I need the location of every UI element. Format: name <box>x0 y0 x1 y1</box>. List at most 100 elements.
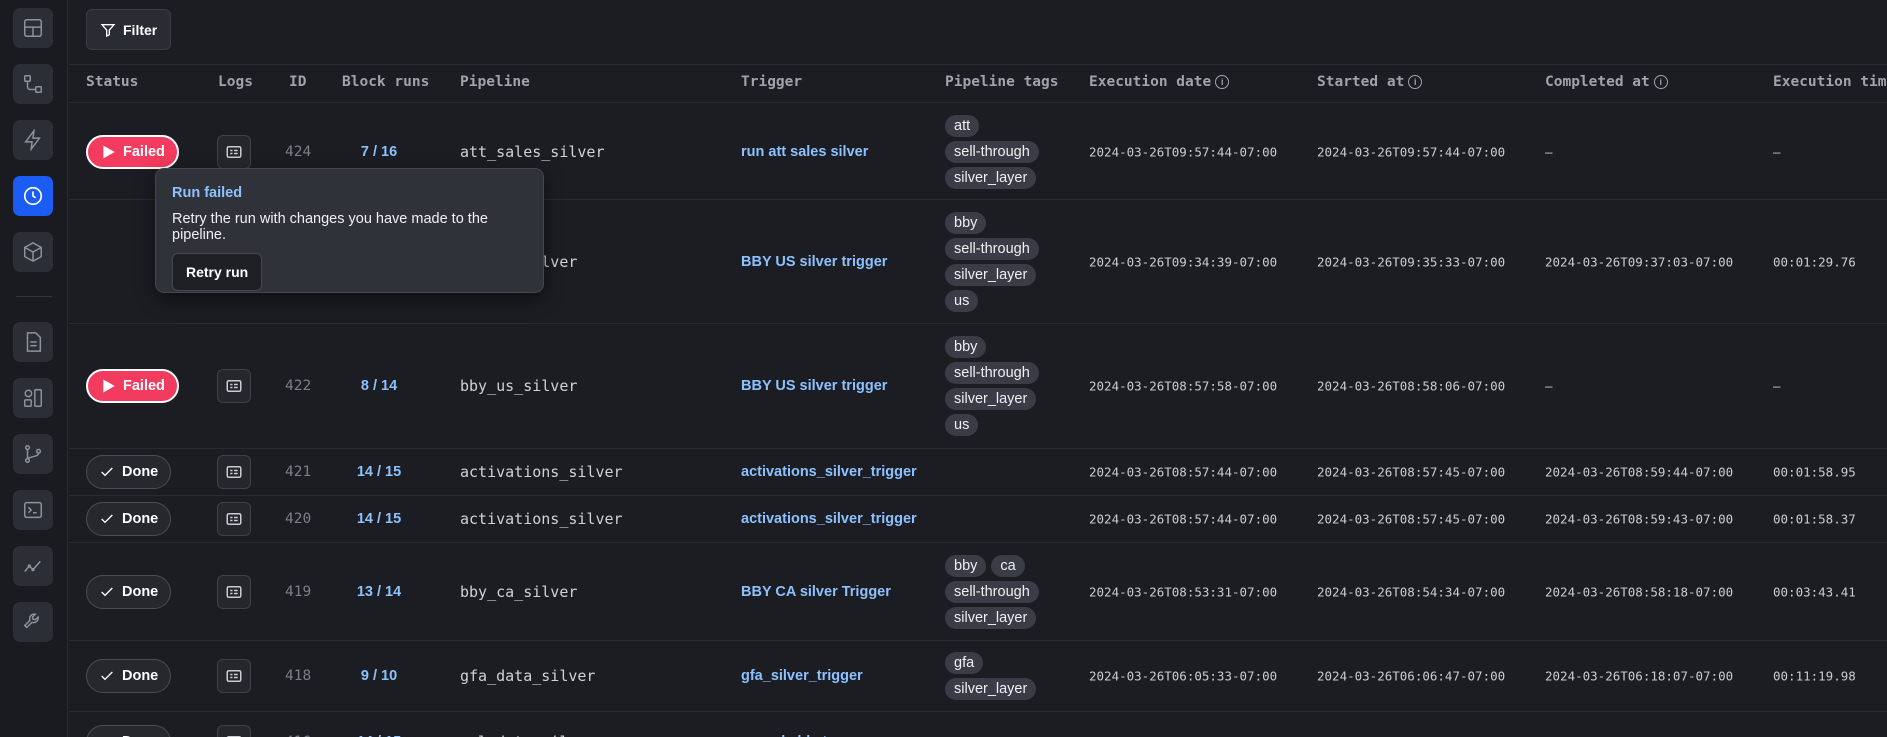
wrench-icon <box>23 613 39 629</box>
pipeline-name: att_sales_silver <box>460 142 605 161</box>
started-at: 2024-03-26T08:54:34-07:00 <box>1317 584 1506 599</box>
trigger-link[interactable]: activations_silver_trigger <box>741 511 917 527</box>
column-header-started-at[interactable]: Started at i <box>1317 74 1423 90</box>
logs-icon <box>226 145 242 158</box>
filter-button[interactable]: Filter <box>86 9 172 50</box>
status-badge[interactable]: Done <box>86 502 172 536</box>
block-runs-link[interactable]: 9 / 10 <box>334 668 424 684</box>
info-icon[interactable]: i <box>1215 75 1230 89</box>
block-runs-link[interactable]: 14 / 15 <box>334 511 424 527</box>
started-at: 2024-03-26T08:57:45-07:00 <box>1317 464 1506 480</box>
tag-chip[interactable]: sell-through <box>945 140 1039 163</box>
nav-pipelines-button[interactable] <box>13 64 53 104</box>
logs-button[interactable] <box>217 369 251 403</box>
table-row: Done 421 14 / 15 activations_silver activati… <box>69 449 1887 496</box>
trigger-link[interactable]: gfa_silver_trigger <box>741 668 863 684</box>
tag-chip[interactable]: silver_layer <box>945 606 1037 629</box>
tag-chip[interactable]: sell-through <box>945 580 1039 603</box>
completed-at: 2024-03-26T09:37:03-07:00 <box>1545 254 1734 269</box>
block-runs-link[interactable]: 8 / 14 <box>334 378 424 394</box>
execution-time: 00:11:19.98 <box>1773 668 1856 684</box>
logs-button[interactable] <box>217 724 251 737</box>
tag-chip[interactable]: sell-through <box>945 362 1039 384</box>
block-runs-link[interactable]: 13 / 14 <box>334 584 424 600</box>
status-badge[interactable]: Done <box>86 455 172 489</box>
nav-overview-button[interactable] <box>13 8 53 48</box>
tag-line: silver_layer <box>945 606 1039 629</box>
column-header-pipeline-tags[interactable]: Pipeline tags <box>945 74 1059 90</box>
started-at: 2024-03-26T06:06:47-07:00 <box>1317 668 1506 684</box>
tag-line: sell-through <box>945 140 1039 163</box>
logs-button[interactable] <box>217 455 251 489</box>
runs-page: Filter Status Logs ID Block runs Pipelin… <box>69 0 1887 737</box>
status-badge[interactable]: Done <box>86 574 172 609</box>
tag-line: sell-through <box>945 362 1039 384</box>
retry-run-button[interactable]: Retry run <box>172 253 263 291</box>
execution-date: 2024-03-26T06:05:33-07:00 <box>1089 668 1278 684</box>
nav-version-control-button[interactable] <box>13 434 53 474</box>
tag-chip[interactable]: silver_layer <box>945 388 1037 410</box>
info-icon[interactable]: i <box>1408 75 1423 89</box>
tag-chip[interactable]: bby <box>945 336 987 358</box>
status-badge[interactable]: Done <box>86 724 172 737</box>
clock-icon <box>23 186 43 206</box>
status-label: Done <box>122 511 159 527</box>
block-runs-link[interactable]: 14 / 15 <box>334 734 424 737</box>
column-header-logs[interactable]: Logs <box>218 74 253 90</box>
trigger-link[interactable]: remarkable treasure <box>741 734 880 737</box>
tag-chip[interactable]: bby <box>945 554 987 577</box>
nav-runs-button[interactable] <box>13 176 53 216</box>
column-header-execution-date[interactable]: Execution date i <box>1089 74 1230 90</box>
logs-button[interactable] <box>217 502 251 536</box>
tag-chip[interactable]: silver_layer <box>945 263 1037 286</box>
tag-chip[interactable]: silver_layer <box>945 166 1037 189</box>
column-header-block-runs[interactable]: Block runs <box>342 74 429 90</box>
trigger-link[interactable]: BBY US silver trigger <box>741 378 887 394</box>
logs-button[interactable] <box>217 134 251 169</box>
status-badge[interactable]: Done <box>86 659 172 693</box>
column-header-id[interactable]: ID <box>289 74 306 90</box>
info-icon[interactable]: i <box>1653 75 1668 89</box>
tag-chip[interactable]: sell-through <box>945 237 1039 260</box>
pipeline-name: msl_data_silver <box>460 733 595 737</box>
trigger-link[interactable]: BBY CA silver Trigger <box>741 584 891 600</box>
trigger-link[interactable]: activations_silver_trigger <box>741 464 917 480</box>
status-label: Done <box>122 464 159 480</box>
column-header-completed-at[interactable]: Completed at i <box>1545 74 1668 90</box>
trigger-link[interactable]: BBY US silver trigger <box>741 254 887 270</box>
nav-templates-button[interactable] <box>13 378 53 418</box>
tag-chip[interactable]: silver_layer <box>945 678 1037 700</box>
column-header-pipeline[interactable]: Pipeline <box>460 74 530 90</box>
column-header-trigger[interactable]: Trigger <box>741 74 802 90</box>
tag-chip[interactable]: bby <box>945 211 987 234</box>
column-header-status[interactable]: Status <box>86 74 138 90</box>
nav-files-button[interactable] <box>13 322 53 362</box>
execution-time: 00:03:43.41 <box>1773 584 1856 599</box>
tag-chip[interactable]: att <box>945 114 980 137</box>
pipeline-name: bby_ca_silver <box>460 582 578 601</box>
layout-icon <box>24 19 42 37</box>
block-runs-link[interactable]: 14 / 15 <box>334 464 424 480</box>
execution-date: 2024-03-26T08:57:58-07:00 <box>1089 378 1278 394</box>
logs-button[interactable] <box>217 574 251 609</box>
block-runs-link[interactable]: 7 / 16 <box>334 144 424 160</box>
trigger-link[interactable]: run att sales silver <box>741 144 868 160</box>
logs-icon <box>226 585 242 598</box>
nav-terminal-button[interactable] <box>13 490 53 530</box>
tag-chip[interactable]: gfa <box>945 652 984 674</box>
nav-triggers-button[interactable] <box>13 120 53 160</box>
check-icon <box>101 467 113 477</box>
nav-settings-button[interactable] <box>13 602 53 642</box>
tag-chip[interactable]: ca <box>991 554 1025 577</box>
column-header-execution-time[interactable]: Execution time <box>1773 74 1887 90</box>
nav-monitor-button[interactable] <box>13 546 53 586</box>
tag-chip[interactable]: us <box>945 289 979 312</box>
status-badge[interactable]: Failed <box>86 134 179 169</box>
logs-button[interactable] <box>217 659 251 693</box>
nav-blocks-button[interactable] <box>13 232 53 272</box>
pipeline-tags: att sell-through silver_layer <box>945 114 1039 189</box>
status-badge[interactable]: Failed <box>86 369 179 403</box>
completed-at: 2024-03-26T08:59:43-07:00 <box>1545 511 1734 527</box>
tag-chip[interactable]: us <box>945 414 979 436</box>
pipeline-name: bby_us_silver <box>460 377 578 395</box>
